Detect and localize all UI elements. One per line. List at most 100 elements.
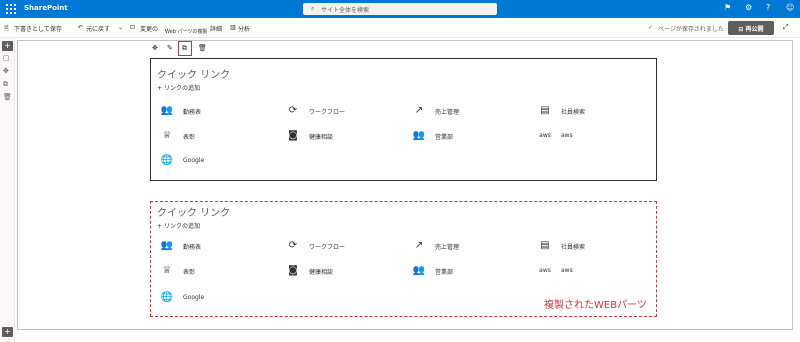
link-label: 売上管理 bbox=[435, 109, 460, 116]
webpart-toolbar: ✥ ✎ ⧉ 🗑 bbox=[150, 41, 212, 57]
link-label: 社員検索 bbox=[561, 109, 586, 116]
plus-icon: + bbox=[157, 85, 164, 92]
waffle-icon[interactable] bbox=[6, 4, 16, 14]
duplicate-annotation: 複製されたWEBパーツ bbox=[544, 300, 647, 311]
link-label: 営業部 bbox=[435, 134, 454, 141]
quick-link[interactable]: ▤ 社員検索 bbox=[537, 103, 657, 119]
quick-link[interactable]: 👥 営業部 bbox=[411, 263, 531, 279]
add-link-button[interactable]: + リンクの追加 bbox=[157, 221, 200, 230]
save-draft-icon: 🗎 bbox=[4, 25, 9, 32]
link-label: ワークフロー bbox=[309, 109, 346, 116]
link-label: 勤務表 bbox=[183, 244, 202, 251]
chat-icon[interactable]: ⚑ bbox=[724, 3, 731, 12]
quick-link[interactable]: 👥 勤務表 bbox=[159, 238, 279, 254]
quick-link[interactable]: ↗ 売上管理 bbox=[411, 238, 531, 254]
link-label: 健康相談 bbox=[309, 134, 334, 141]
link-label: 表彰 bbox=[183, 134, 196, 141]
left-toolbox-rail: + ▢ ✥ ⧉ 🗑 bbox=[0, 38, 15, 342]
quick-link[interactable]: ▤ 社員検索 bbox=[537, 238, 657, 254]
check-icon: ✓ bbox=[648, 24, 654, 31]
quick-link[interactable]: 👥 営業部 bbox=[411, 128, 531, 144]
analytics-button[interactable]: 分析 bbox=[238, 24, 250, 33]
flow-icon: ⟳ bbox=[288, 105, 298, 116]
quick-link[interactable]: ♕ 表彰 bbox=[159, 263, 279, 279]
link-label: 営業部 bbox=[435, 269, 454, 276]
command-bar: 🗎 下書きとして保存 ↶ 元に戻す ⌄ ⊡ 変更の 詳細 ▥ 分析 ✓ ページが… bbox=[0, 18, 800, 38]
add-section-bottom-button[interactable]: + bbox=[2, 327, 13, 337]
quick-link[interactable]: 🌐 Google bbox=[159, 290, 279, 306]
quick-link[interactable]: ♕ 表彰 bbox=[159, 128, 279, 144]
search-icon: ⌕ bbox=[311, 5, 315, 12]
quick-link[interactable]: ↗ 売上管理 bbox=[411, 103, 531, 119]
republish-button[interactable]: ⊟ 再公開 bbox=[728, 21, 774, 35]
id-card-icon: ▤ bbox=[540, 105, 550, 116]
quick-link[interactable]: ◙ 健康相談 bbox=[285, 128, 405, 144]
duplicate-tooltip: Web パーツの複製 bbox=[163, 27, 210, 36]
aws-icon: aws bbox=[539, 267, 551, 274]
link-label: 売上管理 bbox=[435, 244, 460, 251]
republish-label: 再公開 bbox=[745, 26, 764, 33]
delete-icon[interactable]: 🗑 bbox=[198, 44, 207, 52]
duplicate-section-icon[interactable]: ⧉ bbox=[3, 80, 8, 89]
app-title[interactable]: SharePoint bbox=[24, 4, 68, 12]
quick-link[interactable]: 🌐 Google bbox=[159, 153, 279, 169]
aws-icon: aws bbox=[539, 132, 551, 139]
link-label: ワークフロー bbox=[309, 244, 346, 251]
camera-icon: ◙ bbox=[288, 265, 298, 276]
suite-bar: SharePoint ⌕ サイト全体を検索 ⚑ ⚙ ? ☺ bbox=[0, 0, 800, 18]
chevron-down-icon[interactable]: ⌄ bbox=[118, 24, 123, 31]
trophy-icon: ♕ bbox=[162, 265, 172, 276]
people-icon: 👥 bbox=[412, 130, 426, 141]
people-icon: 👥 bbox=[412, 265, 426, 276]
webpart-title: クイック リンク bbox=[157, 70, 231, 81]
quick-link[interactable]: ⟳ ワークフロー bbox=[285, 238, 405, 254]
link-label: 表彰 bbox=[183, 269, 196, 276]
person-icon[interactable]: ☺ bbox=[786, 3, 794, 12]
details-button[interactable]: 詳細 bbox=[210, 24, 222, 33]
duplicate-highlight bbox=[178, 41, 192, 56]
quick-links-webpart[interactable]: クイック リンク + リンクの追加 👥 勤務表 ⟳ ワークフロー ↗ 売上管理 ▤ 社員… bbox=[150, 58, 657, 181]
quick-link[interactable]: 👥 勤務表 bbox=[159, 103, 279, 119]
chart-icon: ↗ bbox=[414, 240, 424, 251]
move-icon[interactable]: ✥ bbox=[152, 44, 158, 52]
change-icon: ⊡ bbox=[130, 24, 136, 31]
undo-button[interactable]: 元に戻す bbox=[86, 24, 110, 33]
gear-icon[interactable]: ⚙ bbox=[745, 3, 752, 12]
saved-status: ページが保存されました bbox=[658, 26, 724, 33]
plus-icon: + bbox=[157, 223, 164, 230]
comment-icon[interactable]: ▢ bbox=[3, 54, 10, 62]
link-label: 社員検索 bbox=[561, 244, 586, 251]
flow-icon: ⟳ bbox=[288, 240, 298, 251]
help-icon[interactable]: ? bbox=[766, 3, 770, 12]
add-link-label: リンクの追加 bbox=[163, 223, 200, 230]
link-label: 健康相談 bbox=[309, 269, 334, 276]
expand-icon[interactable]: ⤢ bbox=[783, 23, 789, 32]
delete-section-icon[interactable]: 🗑 bbox=[3, 93, 12, 101]
search-input[interactable]: ⌕ サイト全体を検索 bbox=[303, 3, 497, 15]
id-card-icon: ▤ bbox=[540, 240, 550, 251]
search-placeholder: サイト全体を検索 bbox=[321, 7, 370, 14]
link-label: 勤務表 bbox=[183, 109, 202, 116]
add-section-button[interactable]: + bbox=[2, 41, 13, 51]
quick-link[interactable]: aws aws bbox=[537, 263, 657, 279]
quick-link[interactable]: aws aws bbox=[537, 128, 657, 144]
edit-icon[interactable]: ✎ bbox=[167, 44, 173, 52]
link-label: Google bbox=[183, 157, 205, 164]
save-draft-button[interactable]: 下書きとして保存 bbox=[14, 24, 62, 33]
add-link-button[interactable]: + リンクの追加 bbox=[157, 83, 200, 92]
link-label: aws bbox=[561, 132, 573, 139]
trophy-icon: ♕ bbox=[162, 130, 172, 141]
move-icon[interactable]: ✥ bbox=[3, 67, 9, 75]
quick-link[interactable]: ◙ 健康相談 bbox=[285, 263, 405, 279]
quick-link[interactable]: ⟳ ワークフロー bbox=[285, 103, 405, 119]
chart-icon: ↗ bbox=[414, 105, 424, 116]
people-icon: 👥 bbox=[160, 105, 174, 116]
link-label: aws bbox=[561, 267, 573, 274]
analytics-icon: ▥ bbox=[230, 24, 236, 31]
republish-icon: ⊟ bbox=[738, 26, 746, 33]
globe-icon: 🌐 bbox=[160, 155, 174, 166]
webpart-title: クイック リンク bbox=[157, 208, 231, 219]
changes-button[interactable]: 変更の bbox=[140, 24, 158, 33]
people-icon: 👥 bbox=[160, 240, 174, 251]
camera-icon: ◙ bbox=[288, 130, 298, 141]
